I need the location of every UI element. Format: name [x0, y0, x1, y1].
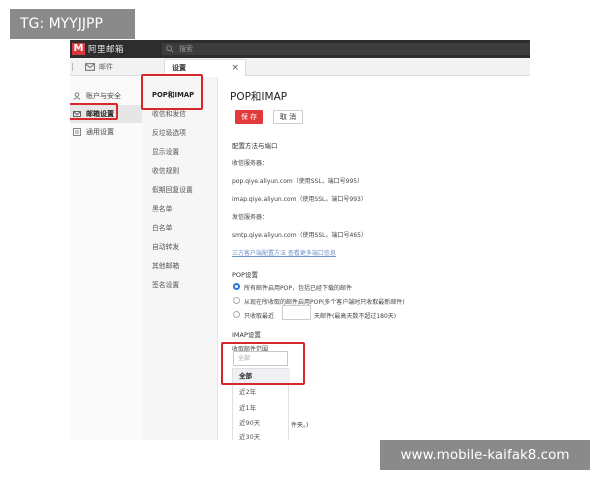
- pop-from-now-label: 从现在所收取的邮件启用POP(多个客户端时只收取最新邮件): [244, 299, 405, 306]
- sidebar: 账户与安全 邮箱设置 通用设置: [70, 77, 142, 440]
- logo-text: 阿里邮箱: [88, 45, 125, 55]
- receive-range-select[interactable]: 全部: [233, 351, 288, 366]
- general-settings-icon: [73, 128, 81, 136]
- pop-recent-after-label: 天邮件(最高天数不超过180天): [314, 313, 397, 320]
- dropdown-option-all[interactable]: 全部: [233, 369, 290, 383]
- imap-settings-heading: IMAP设置: [232, 331, 261, 339]
- watermark-top-left: TG: MYYJJPP: [10, 9, 135, 39]
- help-links[interactable]: 三方客户端配置方法 查看更多端口信息: [232, 248, 336, 257]
- tab-divider: [72, 62, 73, 71]
- mail-app-window: M 阿里邮箱 搜索 邮件 设置 × 账户与安全 邮箱设置 通用设置 POP和IM…: [70, 40, 530, 440]
- submenu-item-vacation-reply[interactable]: 假期回复设置: [152, 183, 214, 197]
- search-placeholder: 搜索: [179, 45, 193, 53]
- tab-settings[interactable]: 设置 ×: [164, 59, 246, 76]
- submenu-item-receive-rules[interactable]: 收信规则: [152, 164, 214, 178]
- search-input[interactable]: 搜索: [162, 43, 530, 55]
- sidebar-item-label: 账户与安全: [86, 92, 121, 100]
- watermark-bottom-right: www.mobile-kaifak8.com: [380, 440, 590, 470]
- pop-recent-days-radio[interactable]: [233, 311, 240, 318]
- search-icon: [166, 45, 174, 53]
- app-logo[interactable]: M 阿里邮箱: [72, 41, 124, 57]
- imap-server-value: imap.qiye.aliyun.com（使用SSL，端口号993）: [232, 196, 367, 203]
- pop-settings-heading: POP设置: [232, 271, 258, 279]
- submenu-item-whitelist[interactable]: 白名单: [152, 221, 214, 235]
- sidebar-item-general-settings[interactable]: 通用设置: [70, 123, 142, 141]
- dropdown-option-1-year[interactable]: 近1年: [233, 401, 290, 415]
- submenu-item-blacklist[interactable]: 黑名单: [152, 202, 214, 216]
- submenu-item-pop-imap[interactable]: POP和IMAP: [152, 88, 214, 102]
- sidebar-item-label: 邮箱设置: [86, 110, 114, 118]
- config-heading: 配置方法与端口: [232, 142, 278, 150]
- submenu-item-send-receive[interactable]: 收信和发信: [152, 107, 214, 121]
- submenu-item-other-mailboxes[interactable]: 其他邮箱: [152, 259, 214, 273]
- tab-settings-label: 设置: [172, 64, 186, 72]
- receive-range-dropdown: 全部 近2年 近1年 近90天 近30天: [232, 368, 290, 440]
- close-icon[interactable]: ×: [231, 63, 239, 73]
- page-title: POP和IMAP: [230, 91, 288, 103]
- send-server-label: 发信服务器：: [232, 214, 269, 221]
- tab-bar: 邮件 设置 ×: [70, 58, 530, 76]
- pop-all-label: 所有邮件启用POP，包括已经下载的邮件: [244, 285, 352, 292]
- dropdown-option-90-days[interactable]: 近90天: [233, 416, 290, 430]
- tab-mail-label: 邮件: [99, 62, 113, 71]
- recent-days-input[interactable]: [282, 305, 311, 320]
- mailbox-icon: [73, 111, 81, 117]
- sidebar-item-label: 通用设置: [86, 128, 114, 136]
- pop-recent-before-label: 只收取最近: [244, 313, 275, 320]
- top-bar: M 阿里邮箱 搜索: [70, 40, 530, 58]
- tab-mail[interactable]: 邮件: [70, 58, 113, 75]
- save-button[interactable]: 保 存: [235, 110, 263, 124]
- settings-submenu: POP和IMAP 收信和发信 反垃圾选项 显示设置 收信规则 假期回复设置 黑名…: [142, 77, 218, 440]
- submenu-item-display[interactable]: 显示设置: [152, 145, 214, 159]
- pop-from-now-radio[interactable]: [233, 297, 240, 304]
- receive-server-label: 收信服务器：: [232, 160, 269, 167]
- submenu-item-anti-spam[interactable]: 反垃圾选项: [152, 126, 214, 140]
- smtp-server-value: smtp.qiye.aliyun.com（使用SSL，端口号465）: [232, 232, 367, 239]
- sidebar-item-account-security[interactable]: 账户与安全: [70, 87, 142, 105]
- dropdown-option-2-years[interactable]: 近2年: [233, 385, 290, 399]
- submenu-item-auto-forward[interactable]: 自动转发: [152, 240, 214, 254]
- screenshot-stage: M 阿里邮箱 搜索 邮件 设置 × 账户与安全 邮箱设置 通用设置 POP和IM…: [0, 0, 600, 480]
- logo-mark-icon: M: [72, 43, 85, 55]
- submenu-item-signature[interactable]: 签名设置: [152, 278, 214, 292]
- dropdown-option-30-days[interactable]: 近30天: [233, 430, 290, 440]
- pop-all-radio[interactable]: [233, 283, 240, 290]
- footer-fragment: 件夹。): [291, 422, 309, 429]
- mail-icon: [85, 62, 95, 71]
- user-icon: [73, 92, 81, 100]
- pop-server-value: pop.qiye.aliyun.com（使用SSL，端口号995）: [232, 178, 364, 185]
- main-content: POP和IMAP 保 存 取 消 配置方法与端口 收信服务器： pop.qiye…: [219, 77, 530, 440]
- cancel-button[interactable]: 取 消: [273, 110, 303, 124]
- sidebar-item-mailbox-settings[interactable]: 邮箱设置: [70, 105, 142, 123]
